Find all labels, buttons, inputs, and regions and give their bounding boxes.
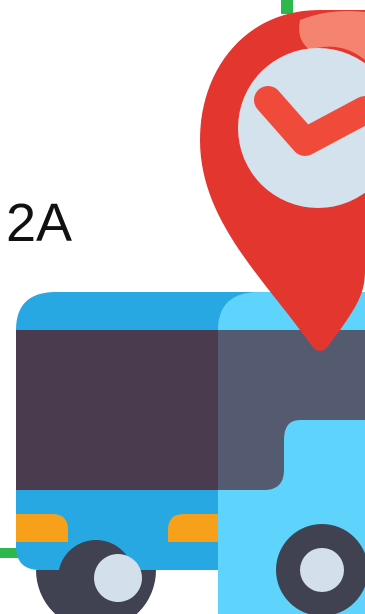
route-marker-illustration: 2A [0,0,365,614]
headlight-left [16,514,68,542]
bus-window [16,330,236,490]
route-number-label: 2A [6,193,73,253]
headlight-right [168,514,218,542]
bus-route-graphic [0,0,365,614]
